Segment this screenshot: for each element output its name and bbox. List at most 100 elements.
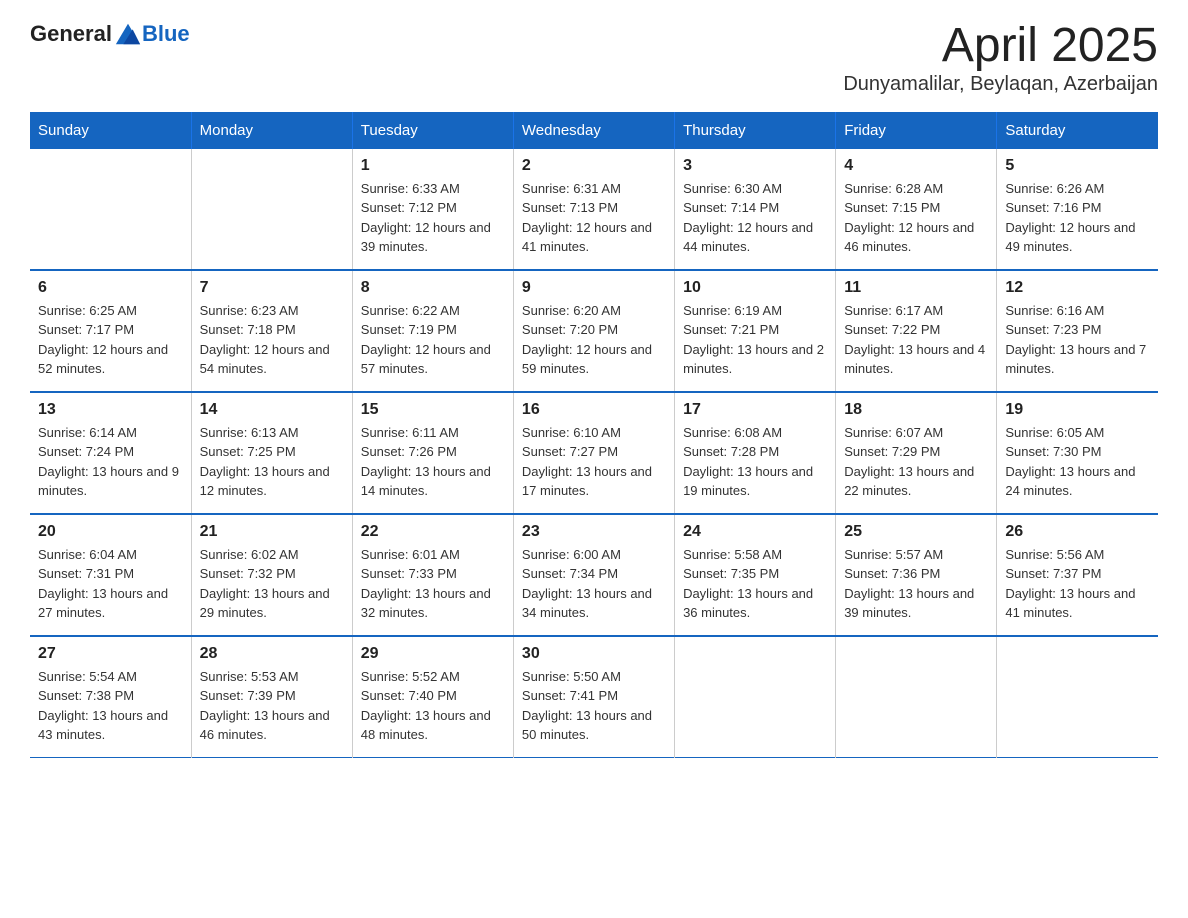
day-number: 21 [200, 523, 344, 541]
day-info: Sunrise: 6:08 AMSunset: 7:28 PMDaylight:… [683, 423, 827, 501]
day-cell: 12 Sunrise: 6:16 AMSunset: 7:23 PMDayligh… [997, 270, 1158, 392]
calendar-title: April 2025 [843, 20, 1158, 73]
day-info: Sunrise: 6:33 AMSunset: 7:12 PMDaylight:… [361, 179, 505, 257]
day-info: Sunrise: 6:19 AMSunset: 7:21 PMDaylight:… [683, 301, 827, 379]
day-number: 8 [361, 279, 505, 297]
day-number: 14 [200, 401, 344, 419]
day-cell: 26 Sunrise: 5:56 AMSunset: 7:37 PMDayligh… [997, 514, 1158, 636]
day-number: 9 [522, 279, 666, 297]
day-info: Sunrise: 5:58 AMSunset: 7:35 PMDaylight:… [683, 545, 827, 623]
day-info: Sunrise: 6:28 AMSunset: 7:15 PMDaylight:… [844, 179, 988, 257]
day-cell: 5 Sunrise: 6:26 AMSunset: 7:16 PMDaylight… [997, 149, 1158, 270]
day-info: Sunrise: 6:25 AMSunset: 7:17 PMDaylight:… [38, 301, 183, 379]
day-info: Sunrise: 6:04 AMSunset: 7:31 PMDaylight:… [38, 545, 183, 623]
page-header: General Blue April 2025 Dunyamalilar, Be… [30, 20, 1158, 96]
day-info: Sunrise: 6:20 AMSunset: 7:20 PMDaylight:… [522, 301, 666, 379]
day-number: 26 [1005, 523, 1150, 541]
day-info: Sunrise: 6:14 AMSunset: 7:24 PMDaylight:… [38, 423, 183, 501]
day-cell: 11 Sunrise: 6:17 AMSunset: 7:22 PMDayligh… [836, 270, 997, 392]
day-cell [191, 149, 352, 270]
day-number: 13 [38, 401, 183, 419]
day-info: Sunrise: 6:22 AMSunset: 7:19 PMDaylight:… [361, 301, 505, 379]
day-number: 19 [1005, 401, 1150, 419]
day-number: 23 [522, 523, 666, 541]
day-cell: 24 Sunrise: 5:58 AMSunset: 7:35 PMDayligh… [675, 514, 836, 636]
logo-text-general: General [30, 21, 112, 47]
day-cell: 7Sunrise: 6:23 AMSunset: 7:18 PMDaylight… [191, 270, 352, 392]
day-number: 6 [38, 279, 183, 297]
day-cell: 10 Sunrise: 6:19 AMSunset: 7:21 PMDayligh… [675, 270, 836, 392]
day-info: Sunrise: 5:52 AMSunset: 7:40 PMDaylight:… [361, 667, 505, 745]
day-number: 30 [522, 645, 666, 663]
day-number: 27 [38, 645, 183, 663]
day-number: 11 [844, 279, 988, 297]
day-cell [997, 636, 1158, 758]
day-info: Sunrise: 6:26 AMSunset: 7:16 PMDaylight:… [1005, 179, 1150, 257]
header-tuesday: Tuesday [352, 112, 513, 149]
day-number: 28 [200, 645, 344, 663]
day-cell: 18Sunrise: 6:07 AMSunset: 7:29 PMDayligh… [836, 392, 997, 514]
calendar-subtitle: Dunyamalilar, Beylaqan, Azerbaijan [843, 73, 1158, 96]
header-friday: Friday [836, 112, 997, 149]
day-info: Sunrise: 6:02 AMSunset: 7:32 PMDaylight:… [200, 545, 344, 623]
day-cell: 29 Sunrise: 5:52 AMSunset: 7:40 PMDayligh… [352, 636, 513, 758]
day-number: 7 [200, 279, 344, 297]
day-cell: 16Sunrise: 6:10 AMSunset: 7:27 PMDayligh… [513, 392, 674, 514]
day-number: 29 [361, 645, 505, 663]
day-info: Sunrise: 5:56 AMSunset: 7:37 PMDaylight:… [1005, 545, 1150, 623]
day-cell: 1Sunrise: 6:33 AMSunset: 7:12 PMDaylight… [352, 149, 513, 270]
day-number: 12 [1005, 279, 1150, 297]
day-cell: 4 Sunrise: 6:28 AMSunset: 7:15 PMDaylight… [836, 149, 997, 270]
day-info: Sunrise: 6:07 AMSunset: 7:29 PMDaylight:… [844, 423, 988, 501]
day-number: 15 [361, 401, 505, 419]
day-cell: 30 Sunrise: 5:50 AMSunset: 7:41 PMDayligh… [513, 636, 674, 758]
header-thursday: Thursday [675, 112, 836, 149]
day-number: 22 [361, 523, 505, 541]
calendar-table: SundayMondayTuesdayWednesdayThursdayFrid… [30, 112, 1158, 758]
day-number: 2 [522, 157, 666, 175]
day-info: Sunrise: 6:05 AMSunset: 7:30 PMDaylight:… [1005, 423, 1150, 501]
day-info: Sunrise: 5:50 AMSunset: 7:41 PMDaylight:… [522, 667, 666, 745]
day-number: 4 [844, 157, 988, 175]
week-row-3: 13 Sunrise: 6:14 AMSunset: 7:24 PMDayligh… [30, 392, 1158, 514]
day-cell: 13 Sunrise: 6:14 AMSunset: 7:24 PMDayligh… [30, 392, 191, 514]
day-info: Sunrise: 6:13 AMSunset: 7:25 PMDaylight:… [200, 423, 344, 501]
logo-icon [114, 20, 142, 48]
day-cell: 27 Sunrise: 5:54 AMSunset: 7:38 PMDayligh… [30, 636, 191, 758]
day-number: 5 [1005, 157, 1150, 175]
day-number: 17 [683, 401, 827, 419]
day-cell: 25Sunrise: 5:57 AMSunset: 7:36 PMDayligh… [836, 514, 997, 636]
logo: General Blue [30, 20, 190, 48]
day-cell [675, 636, 836, 758]
week-row-5: 27 Sunrise: 5:54 AMSunset: 7:38 PMDayligh… [30, 636, 1158, 758]
logo-text-blue: Blue [142, 21, 190, 47]
day-cell: 9 Sunrise: 6:20 AMSunset: 7:20 PMDaylight… [513, 270, 674, 392]
day-info: Sunrise: 5:53 AMSunset: 7:39 PMDaylight:… [200, 667, 344, 745]
day-cell: 22 Sunrise: 6:01 AMSunset: 7:33 PMDayligh… [352, 514, 513, 636]
day-info: Sunrise: 6:01 AMSunset: 7:33 PMDaylight:… [361, 545, 505, 623]
day-info: Sunrise: 5:54 AMSunset: 7:38 PMDaylight:… [38, 667, 183, 745]
title-block: April 2025 Dunyamalilar, Beylaqan, Azerb… [843, 20, 1158, 96]
day-info: Sunrise: 6:10 AMSunset: 7:27 PMDaylight:… [522, 423, 666, 501]
day-cell: 3 Sunrise: 6:30 AMSunset: 7:14 PMDaylight… [675, 149, 836, 270]
day-info: Sunrise: 6:17 AMSunset: 7:22 PMDaylight:… [844, 301, 988, 379]
day-cell: 8 Sunrise: 6:22 AMSunset: 7:19 PMDaylight… [352, 270, 513, 392]
day-cell: 19 Sunrise: 6:05 AMSunset: 7:30 PMDayligh… [997, 392, 1158, 514]
day-cell: 14 Sunrise: 6:13 AMSunset: 7:25 PMDayligh… [191, 392, 352, 514]
day-number: 3 [683, 157, 827, 175]
day-info: Sunrise: 6:11 AMSunset: 7:26 PMDaylight:… [361, 423, 505, 501]
day-info: Sunrise: 6:16 AMSunset: 7:23 PMDaylight:… [1005, 301, 1150, 379]
day-number: 25 [844, 523, 988, 541]
day-cell [836, 636, 997, 758]
day-info: Sunrise: 6:30 AMSunset: 7:14 PMDaylight:… [683, 179, 827, 257]
day-cell: 28 Sunrise: 5:53 AMSunset: 7:39 PMDayligh… [191, 636, 352, 758]
day-cell: 21 Sunrise: 6:02 AMSunset: 7:32 PMDayligh… [191, 514, 352, 636]
header-sunday: Sunday [30, 112, 191, 149]
day-number: 24 [683, 523, 827, 541]
day-number: 10 [683, 279, 827, 297]
calendar-header-row: SundayMondayTuesdayWednesdayThursdayFrid… [30, 112, 1158, 149]
day-cell: 23Sunrise: 6:00 AMSunset: 7:34 PMDayligh… [513, 514, 674, 636]
day-info: Sunrise: 6:31 AMSunset: 7:13 PMDaylight:… [522, 179, 666, 257]
day-cell: 6 Sunrise: 6:25 AMSunset: 7:17 PMDaylight… [30, 270, 191, 392]
week-row-4: 20Sunrise: 6:04 AMSunset: 7:31 PMDayligh… [30, 514, 1158, 636]
